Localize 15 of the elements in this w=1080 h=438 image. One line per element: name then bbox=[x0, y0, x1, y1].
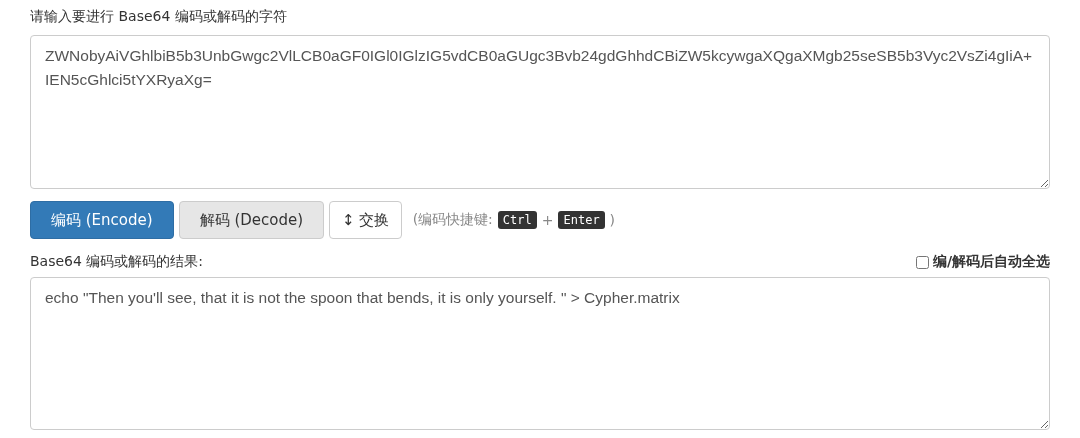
plus-sign: + bbox=[541, 212, 554, 228]
auto-select-label: 编/解码后自动全选 bbox=[932, 253, 1050, 271]
swap-button[interactable]: ↕ 交换 bbox=[329, 201, 402, 239]
input-textarea[interactable]: ZWNobyAiVGhlbiB5b3UnbGwgc2VlLCB0aGF0IGl0IGlzIG5vdCB0aGUgc3Bvb24gdGhhdCBiZW5kcywgaXQgaXMgb25seSB5b3Vyc2VsZi4gIiA+IEN5cGhlci5tYXRyaXg= bbox=[30, 35, 1050, 189]
key-label: Ctrl bbox=[497, 211, 537, 229]
output-textarea[interactable]: echo "Then you'll see, that it is not the spoon that bends, it is only yourself. " > Cypher.matrix bbox=[30, 277, 1050, 430]
encode-button[interactable]: 编码 (Encode) bbox=[30, 201, 174, 239]
output-label: Base64 编码或解码的结果: bbox=[30, 253, 204, 271]
auto-select-checkbox[interactable] bbox=[915, 255, 929, 269]
swap-arrow-icon: ↕ bbox=[342, 211, 355, 229]
shortcut-hint: (编码快捷键: bbox=[412, 211, 493, 229]
key-label: Enter bbox=[558, 211, 605, 229]
decode-button[interactable]: 解码 (Decode) bbox=[178, 201, 325, 239]
shortcut-hint-close: ) bbox=[609, 212, 616, 228]
input-label: 请输入要进行 Base64 编码或解码的字符 bbox=[30, 7, 288, 26]
